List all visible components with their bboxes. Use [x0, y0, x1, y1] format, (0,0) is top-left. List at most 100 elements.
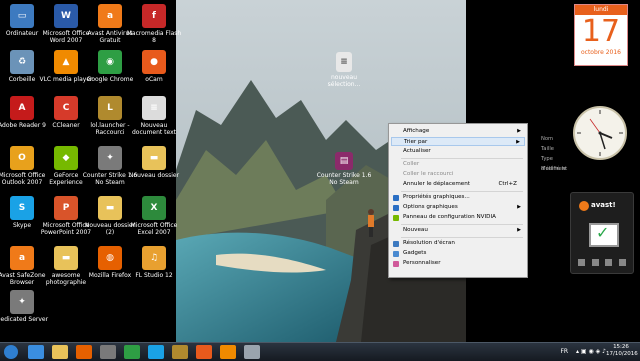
menu-item[interactable]: Trier par ▶ — [391, 137, 525, 146]
desktop-icon-label: Corbeille — [8, 76, 36, 83]
menu-item-label: Résolution d'écran — [403, 240, 455, 246]
calendar-month: octobre 2016 — [580, 49, 621, 56]
menu-separator — [401, 191, 523, 192]
menu-item[interactable]: Gadgets — [391, 249, 525, 258]
recorder-icon[interactable] — [244, 345, 260, 359]
menu-item[interactable]: Propriétés graphiques... — [391, 193, 525, 202]
desktop-icon[interactable]: ♫ FL Studio 12 — [125, 246, 183, 279]
submenu-arrow-icon: ▶ — [517, 227, 521, 233]
ie-icon[interactable] — [28, 345, 44, 359]
desktop-icon-label: FL Studio 12 — [135, 272, 173, 279]
counter-strike-icon[interactable] — [100, 345, 116, 359]
desktop-icon-label: oCam — [145, 76, 163, 83]
ocam-icon[interactable] — [196, 345, 212, 359]
explorer-icon[interactable] — [52, 345, 68, 359]
submenu-item[interactable]: Type d'élément — [535, 154, 575, 172]
wallpaper-icon-text[interactable]: ≡ nouveau sélection... — [316, 52, 372, 88]
desktop-icon-label: Dedicated Server — [0, 316, 49, 323]
menu-item-label: Propriétés graphiques... — [403, 194, 470, 200]
desktop-icon[interactable]: ≡ Nouveau document text — [125, 96, 183, 136]
submenu-item[interactable]: Modifié le — [535, 164, 575, 174]
winrar-archive-icon: ▤ — [335, 152, 353, 170]
menu-item[interactable]: Coller le raccourci — [391, 170, 525, 179]
avast-settings-icon[interactable] — [618, 259, 626, 266]
clock-face-icon — [573, 106, 627, 160]
lol-icon: L — [98, 96, 122, 120]
menu-item[interactable]: Affichage ▶ — [391, 127, 525, 136]
desktop-icon[interactable]: X Microsoft Office Excel 2007 — [125, 196, 183, 236]
firefox-icon: ◍ — [98, 246, 122, 270]
submenu-item[interactable]: Taille — [535, 144, 575, 154]
desktop-icon-label: Microsoft Office Excel 2007 — [130, 222, 178, 236]
menu-item[interactable]: Coller — [391, 160, 525, 169]
menu-item-label: Annuler le déplacement — [403, 181, 470, 187]
taskbar-clock[interactable]: 15:26 17/10/2016 — [606, 344, 638, 358]
intel-graphics-icon — [393, 205, 399, 211]
clock-gadget[interactable] — [572, 105, 628, 161]
geforce-icon: ◆ — [54, 146, 78, 170]
ocam-icon: ● — [142, 50, 166, 74]
menu-item-label: Gadgets — [403, 250, 427, 256]
menu-item[interactable]: Annuler le déplacement Ctrl+Z — [391, 180, 525, 189]
lol-icon[interactable] — [172, 345, 188, 359]
chrome-icon[interactable] — [124, 345, 140, 359]
counter-strike-icon: ✦ — [10, 290, 34, 314]
menu-item-label: Actualiser — [403, 148, 431, 154]
avast-logo-icon — [579, 201, 589, 211]
menu-item-shortcut: Ctrl+Z — [498, 181, 517, 187]
text-document-icon: ≡ — [142, 96, 166, 120]
menu-item-label: Coller — [403, 161, 420, 167]
avast-scan-icon[interactable] — [578, 259, 586, 266]
desktop-icon[interactable]: ● oCam — [125, 50, 183, 83]
avast-safezone-icon: a — [10, 246, 34, 270]
language-indicator[interactable]: FR — [560, 348, 568, 355]
desktop-icon[interactable]: ✦ Dedicated Server — [0, 290, 51, 323]
submenu-arrow-icon: ▶ — [516, 139, 520, 145]
avast-status-icon: ✓ — [589, 223, 619, 247]
submenu-item[interactable]: Nom — [535, 134, 575, 144]
desktop[interactable]: ≡ nouveau sélection... ▤ Counter Strike … — [0, 0, 640, 342]
desktop-icon[interactable]: ▬ Nouveau dossier — [125, 146, 183, 179]
menu-item-label: Panneau de configuration NVIDIA — [403, 214, 496, 220]
desktop-icon-label: Skype — [12, 222, 32, 229]
menu-item[interactable]: Actualiser — [391, 147, 525, 156]
avast-gadget[interactable]: avast! ✓ — [570, 192, 634, 274]
chrome-icon: ◉ — [98, 50, 122, 74]
menu-item[interactable]: Panneau de configuration NVIDIA — [391, 213, 525, 222]
system-tray[interactable]: FR ▴ ▣ ◉ ◈ ♪ — [560, 348, 606, 355]
avast-update-icon[interactable] — [605, 259, 613, 266]
tray-icons[interactable]: ▴ ▣ ◉ ◈ ♪ — [576, 348, 606, 355]
excel-icon: X — [142, 196, 166, 220]
calendar-day: 17 — [581, 14, 621, 49]
desktop-icon-label: Nouveau document text — [131, 122, 177, 136]
menu-separator — [401, 158, 523, 159]
start-orb-icon[interactable] — [4, 345, 18, 359]
menu-item-label: Nouveau — [403, 227, 428, 233]
desktop-icon-label: Ordinateur — [5, 30, 39, 37]
desktop-icon-label: Nouveau dossier — [128, 172, 180, 179]
vlc-icon: ▲ — [54, 50, 78, 74]
menu-item[interactable]: Nouveau ▶ — [391, 226, 525, 235]
menu-item[interactable]: Options graphiques ▶ — [391, 203, 525, 212]
folder-icon: ▬ — [54, 246, 78, 270]
context-menu: Affichage ▶ Trier par ▶ Actualiser Coller Coll… — [388, 123, 528, 278]
wallpaper-icon-counter-strike[interactable]: ▤ Counter Strike 1.6 No Steam — [316, 152, 372, 186]
taskbar: FR ▴ ▣ ◉ ◈ ♪ 15:26 17/10/2016 — [0, 342, 640, 361]
menu-item-label: Coller le raccourci — [403, 171, 454, 177]
skype-icon[interactable] — [148, 345, 164, 359]
menu-item-label: Personnaliser — [403, 260, 441, 266]
menu-item[interactable]: Résolution d'écran — [391, 239, 525, 248]
menu-separator — [401, 224, 523, 225]
calendar-gadget[interactable]: lundi 17 octobre 2016 — [574, 4, 628, 66]
avast-shield-icon[interactable] — [591, 259, 599, 266]
adobe-reader-icon: A — [10, 96, 34, 120]
submenu-arrow-icon: ▶ — [517, 204, 521, 210]
firefox-icon[interactable] — [76, 345, 92, 359]
vlc-icon[interactable] — [220, 345, 236, 359]
powerpoint-icon: P — [54, 196, 78, 220]
wallpaper-icon-label: nouveau sélection... — [327, 74, 361, 88]
menu-separator — [401, 237, 523, 238]
menu-item[interactable]: Personnaliser — [391, 259, 525, 268]
desktop-icon[interactable]: f Macromedia Flash 8 — [125, 4, 183, 44]
menu-item-label: Options graphiques — [403, 204, 458, 210]
